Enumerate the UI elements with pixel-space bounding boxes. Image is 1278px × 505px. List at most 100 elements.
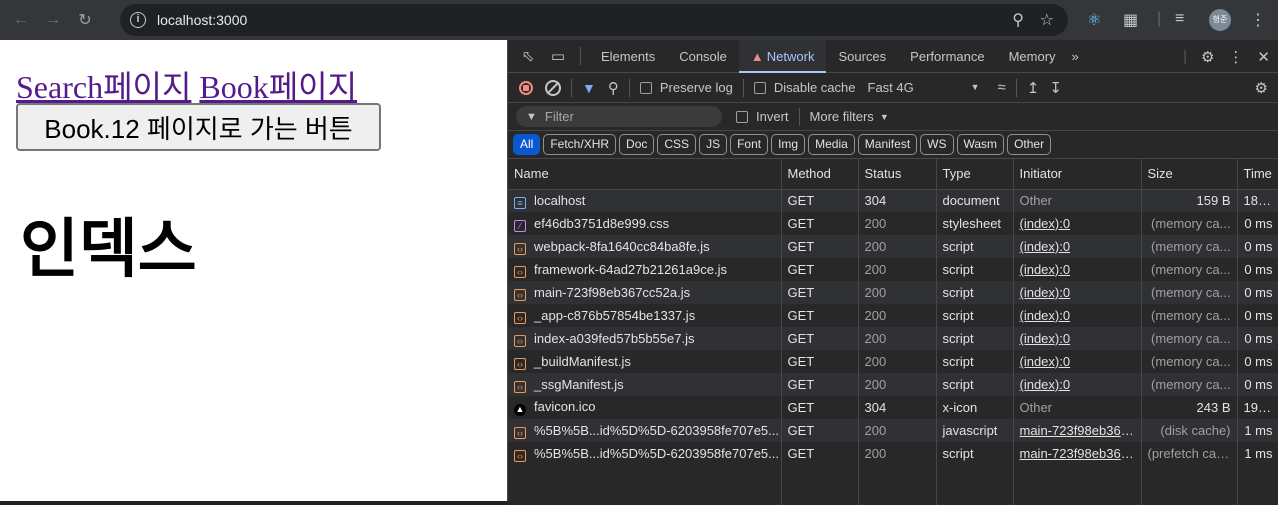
site-info-icon[interactable]: i — [130, 12, 146, 28]
request-initiator-cell[interactable]: (index):0 — [1013, 235, 1142, 258]
table-row[interactable]: ∕ ef46db3751d8e999.css GET 200 stylesheet (in… — [508, 212, 1278, 235]
column-header-size[interactable]: Size — [1141, 159, 1238, 190]
request-name-cell[interactable]: ‹› webpack-8fa1640cc84ba8fe.js — [508, 235, 782, 258]
table-row[interactable]: ‹› %5B%5B...id%5D%5D-6203958fe707e5... GET… — [508, 419, 1278, 442]
tab-memory[interactable]: Memory — [997, 40, 1068, 73]
forward-arrow-icon[interactable]: → — [42, 9, 64, 31]
throttling-select[interactable]: Fast 4G ▼ — [868, 80, 980, 95]
clear-log-icon[interactable] — [545, 79, 561, 96]
request-name-cell[interactable]: ‹› _buildManifest.js — [508, 350, 782, 373]
column-header-method[interactable]: Method — [781, 159, 859, 190]
type-filter-img[interactable]: Img — [771, 134, 806, 155]
request-name-cell[interactable]: ∕ ef46db3751d8e999.css — [508, 212, 782, 235]
download-har-icon[interactable]: ↧ — [1049, 79, 1062, 97]
device-toolbar-icon[interactable]: ▭ — [548, 47, 568, 65]
request-initiator[interactable]: (index):0 — [1020, 216, 1071, 231]
checkbox-box[interactable] — [753, 81, 766, 94]
table-row[interactable]: ‹› _app-c876b57854be1337.js GET 200 script (i… — [508, 304, 1278, 327]
disable-cache-checkbox[interactable]: Disable cache — [753, 80, 856, 95]
request-name-cell[interactable]: ‹› main-723f98eb367cc52a.js — [508, 281, 782, 304]
more-filters-dropdown[interactable]: More filters ▼ — [810, 109, 889, 124]
request-initiator[interactable]: (index):0 — [1020, 285, 1071, 300]
table-row[interactable]: ‹› %5B%5B...id%5D%5D-6203958fe707e5... GET… — [508, 442, 1278, 465]
request-initiator-cell[interactable]: (index):0 — [1013, 304, 1142, 327]
request-initiator[interactable]: (index):0 — [1020, 262, 1071, 277]
settings-gear-icon[interactable]: ⚙ — [1201, 48, 1214, 66]
request-initiator-cell[interactable]: (index):0 — [1013, 327, 1142, 350]
request-name-cell[interactable]: ‹› %5B%5B...id%5D%5D-6203958fe707e5... — [508, 419, 782, 442]
type-filter-css[interactable]: CSS — [657, 134, 697, 155]
request-initiator-cell[interactable]: (index):0 — [1013, 258, 1142, 281]
request-initiator[interactable]: (index):0 — [1020, 308, 1071, 323]
stop-recording-icon[interactable] — [519, 80, 533, 95]
network-conditions-icon[interactable]: ≈ — [998, 79, 1006, 96]
tab-console[interactable]: Console — [667, 40, 739, 73]
table-row[interactable]: ‹› _buildManifest.js GET 200 script (index):0… — [508, 350, 1278, 373]
type-filter-doc[interactable]: Doc — [619, 134, 655, 155]
request-initiator-cell[interactable]: (index):0 — [1013, 212, 1142, 235]
column-header-type[interactable]: Type — [936, 159, 1014, 190]
inspect-element-icon[interactable]: ⬁ — [518, 47, 538, 65]
column-header-initiator[interactable]: Initiator — [1013, 159, 1142, 190]
browser-menu-icon[interactable]: ⋮ — [1250, 10, 1266, 30]
request-name-cell[interactable]: ‹› framework-64ad27b21261a9ce.js — [508, 258, 782, 281]
table-row[interactable]: ‹› _ssgManifest.js GET 200 script (index):0 (m… — [508, 373, 1278, 396]
request-initiator[interactable]: (index):0 — [1020, 331, 1071, 346]
search-page-link[interactable]: Search페이지 — [16, 69, 191, 105]
search-icon[interactable]: ⚲ — [608, 79, 619, 97]
close-devtools-icon[interactable]: ✕ — [1257, 48, 1270, 66]
type-filter-all[interactable]: All — [513, 134, 541, 155]
request-initiator-cell[interactable]: main-723f98eb367cc — [1013, 442, 1142, 465]
zoom-icon[interactable]: ⚲ — [1012, 10, 1024, 30]
request-initiator-cell[interactable]: (index):0 — [1013, 281, 1142, 304]
bookmark-star-icon[interactable]: ☆ — [1040, 10, 1054, 30]
more-tabs-icon[interactable]: » — [1068, 40, 1083, 73]
table-row[interactable]: ‹› webpack-8fa1640cc84ba8fe.js GET 200 scrip… — [508, 235, 1278, 258]
book-12-button[interactable]: Book.12 페이지로 가는 버튼 — [16, 103, 381, 151]
type-filter-wasm[interactable]: Wasm — [956, 134, 1005, 155]
request-initiator-cell[interactable]: (index):0 — [1013, 373, 1142, 396]
request-initiator[interactable]: (index):0 — [1020, 377, 1071, 392]
column-header-name[interactable]: Name — [508, 159, 782, 190]
invert-checkbox[interactable]: Invert — [736, 109, 789, 124]
address-bar[interactable]: i localhost:3000 ⚲ ☆ — [120, 4, 1068, 36]
column-header-status[interactable]: Status — [858, 159, 937, 190]
request-initiator-cell[interactable]: (index):0 — [1013, 350, 1142, 373]
tab-network[interactable]: ▲ Network — [738, 39, 827, 73]
request-initiator[interactable]: main-723f98eb367cc — [1020, 423, 1141, 438]
book-page-link[interactable]: Book페이지 — [199, 69, 357, 105]
table-row[interactable]: ‹› index-a039fed57b5b55e7.js GET 200 script (… — [508, 327, 1278, 350]
type-filter-other[interactable]: Other — [1007, 134, 1052, 155]
table-row[interactable]: ‹› main-723f98eb367cc52a.js GET 200 script (i… — [508, 281, 1278, 304]
react-extension-icon[interactable]: ⚛ — [1087, 10, 1101, 30]
type-filter-js[interactable]: JS — [699, 134, 728, 155]
back-arrow-icon[interactable]: ← — [10, 9, 32, 31]
type-filter-manifest[interactable]: Manifest — [857, 134, 918, 155]
request-initiator[interactable]: main-723f98eb367cc — [1020, 446, 1141, 461]
preserve-log-checkbox[interactable]: Preserve log — [639, 80, 733, 95]
request-name-cell[interactable]: ‹› index-a039fed57b5b55e7.js — [508, 327, 782, 350]
table-row[interactable]: ≡ localhost GET 304 document Other 159 B 182... — [508, 189, 1278, 212]
request-name-cell[interactable]: ‹› %5B%5B...id%5D%5D-6203958fe707e5... — [508, 442, 782, 465]
address-url[interactable]: localhost:3000 — [157, 12, 247, 28]
column-header-time[interactable]: Time — [1237, 159, 1278, 190]
request-initiator[interactable]: (index):0 — [1020, 354, 1071, 369]
request-name-cell[interactable]: ‹› _ssgManifest.js — [508, 373, 782, 396]
type-filter-font[interactable]: Font — [730, 134, 769, 155]
type-filter-fetch-xhr[interactable]: Fetch/XHR — [543, 134, 617, 155]
media-queue-icon[interactable]: ≡ — [1175, 10, 1184, 28]
tab-sources[interactable]: Sources — [826, 40, 898, 73]
checkbox-box[interactable] — [736, 110, 748, 123]
profile-avatar[interactable]: 형준 — [1209, 9, 1231, 31]
request-name-cell[interactable]: ▲ favicon.ico — [508, 396, 782, 419]
request-initiator[interactable]: (index):0 — [1020, 239, 1071, 254]
type-filter-ws[interactable]: WS — [920, 134, 954, 155]
upload-har-icon[interactable]: ↥ — [1027, 79, 1040, 97]
tab-performance[interactable]: Performance — [898, 40, 996, 73]
filter-funnel-icon[interactable]: ▼ — [582, 80, 596, 96]
request-name-cell[interactable]: ≡ localhost — [508, 189, 782, 212]
request-initiator-cell[interactable]: main-723f98eb367cc — [1013, 419, 1142, 442]
type-filter-media[interactable]: Media — [808, 134, 855, 155]
tab-elements[interactable]: Elements — [589, 40, 667, 73]
reload-icon[interactable]: ↻ — [74, 9, 96, 31]
